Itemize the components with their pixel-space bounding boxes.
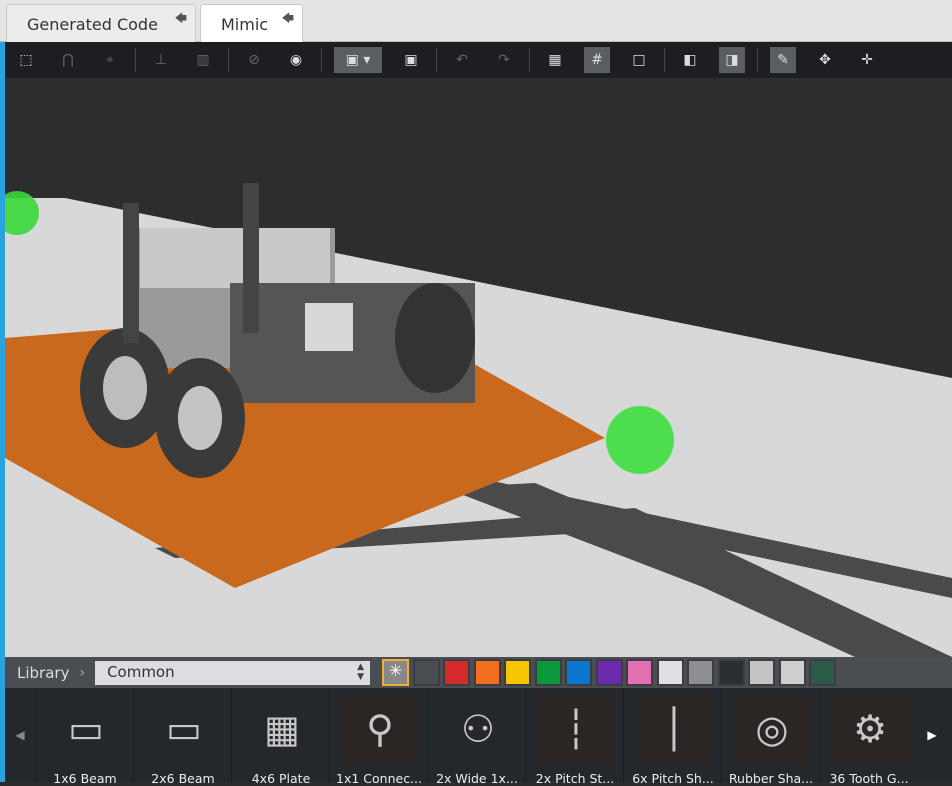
part-thumbnail: ▭ bbox=[68, 707, 104, 751]
part-item[interactable]: ◎ Rubber Sha... bbox=[721, 688, 819, 786]
color-swatch[interactable] bbox=[748, 659, 776, 686]
part-label: 1x6 Beam bbox=[53, 771, 117, 786]
hide-icon[interactable]: ⊘ bbox=[241, 47, 267, 73]
camera-menu-button[interactable]: ▣ ▾ bbox=[334, 47, 382, 73]
chevron-right-icon: › bbox=[79, 664, 86, 681]
part-thumbnail: ⚙ bbox=[832, 694, 908, 764]
color-swatch[interactable] bbox=[443, 659, 471, 686]
part-item[interactable]: ⚇ 2x Wide 1x... bbox=[427, 688, 525, 786]
part-label: Rubber Sha... bbox=[728, 771, 814, 786]
color-swatch[interactable] bbox=[656, 659, 684, 686]
camera-icon[interactable]: ▣ bbox=[398, 47, 424, 73]
tab-bar: Generated Code 🡄 Mimic 🡄 bbox=[0, 0, 952, 43]
move-icon[interactable]: ✛ bbox=[854, 47, 880, 73]
divider bbox=[135, 48, 136, 72]
divider bbox=[529, 48, 530, 72]
part-label: 2x Wide 1x... bbox=[436, 771, 518, 786]
color-swatch[interactable] bbox=[412, 659, 440, 686]
grid-fine-icon[interactable]: ▦ bbox=[542, 47, 568, 73]
part-label: 2x6 Beam bbox=[151, 771, 215, 786]
color-swatch[interactable] bbox=[473, 659, 501, 686]
part-thumbnail: ┆ bbox=[538, 694, 614, 764]
divider bbox=[436, 48, 437, 72]
solid-view-icon[interactable]: ◧ bbox=[677, 47, 703, 73]
divider bbox=[664, 48, 665, 72]
tab-label: Mimic bbox=[221, 15, 269, 34]
part-thumbnail: ◎ bbox=[734, 694, 810, 764]
rotate-gizmo-icon[interactable]: ✥ bbox=[812, 47, 838, 73]
tab-label: Generated Code bbox=[27, 15, 158, 34]
select-box-icon[interactable]: ⬚ bbox=[13, 47, 39, 73]
tab-generated-code[interactable]: Generated Code 🡄 bbox=[6, 4, 196, 42]
part-item[interactable]: ⚙ 36 Tooth G... bbox=[819, 688, 917, 786]
color-swatch[interactable] bbox=[565, 659, 593, 686]
part-item[interactable]: ▭ 1x6 Beam bbox=[35, 688, 133, 786]
trash-icon[interactable]: ▥ bbox=[190, 47, 216, 73]
selected-category: Common bbox=[107, 662, 175, 681]
divider bbox=[228, 48, 229, 72]
scene bbox=[5, 183, 952, 657]
part-thumbnail: │ bbox=[636, 694, 712, 764]
parts-list: ▭ 1x6 Beam ▭ 2x6 Beam ▦ 4x6 Plate ⚲ 1x1 Connec.… bbox=[35, 688, 917, 786]
color-swatch[interactable] bbox=[809, 659, 837, 686]
part-thumbnail: ▦ bbox=[264, 707, 300, 751]
color-swatch[interactable] bbox=[595, 659, 623, 686]
green-sphere bbox=[606, 406, 674, 474]
parts-strip: ◀ ▭ 1x6 Beam ▭ 2x6 Beam ▦ 4x6 Plate ⚲ 1x1 Conne… bbox=[5, 688, 952, 786]
divider bbox=[321, 48, 322, 72]
select-arrows-icon: ▲ ▼ bbox=[357, 661, 365, 682]
shaded-view-icon[interactable]: ◨ bbox=[719, 47, 745, 73]
grid-icon[interactable]: # bbox=[584, 47, 610, 73]
tab-mimic[interactable]: Mimic 🡄 bbox=[200, 4, 303, 43]
part-item[interactable]: ▭ 2x6 Beam bbox=[133, 688, 231, 786]
part-thumbnail: ⚇ bbox=[460, 707, 496, 751]
target-icon[interactable]: ⌖ bbox=[97, 47, 123, 73]
undo-icon[interactable]: ↶ bbox=[449, 47, 475, 73]
scroll-left-button[interactable]: ◀ bbox=[5, 688, 35, 782]
part-label: 6x Pitch Sh... bbox=[632, 771, 714, 786]
paint-icon[interactable]: ✎ bbox=[770, 47, 796, 73]
part-item[interactable]: │ 6x Pitch Sh... bbox=[623, 688, 721, 786]
color-swatch[interactable] bbox=[778, 659, 806, 686]
color-swatch[interactable] bbox=[687, 659, 715, 686]
library-bar: Library › Common ▲ ▼ ✳ bbox=[5, 657, 952, 688]
toolbar: ⬚ ⋂ ⌖ ⊥ ▥ ⊘ ◉ ▣ ▾ ▣ ↶ ↷ ▦ # □ ◧ ◨ ✎ ✥ ✛ bbox=[5, 42, 952, 78]
color-swatches: ✳ bbox=[382, 659, 840, 686]
pin-icon[interactable]: 🡄 bbox=[282, 9, 294, 30]
color-swatch[interactable] bbox=[504, 659, 532, 686]
redo-icon[interactable]: ↷ bbox=[491, 47, 517, 73]
part-label: 4x6 Plate bbox=[251, 771, 311, 786]
part-item[interactable]: ⚲ 1x1 Connec... bbox=[329, 688, 427, 786]
part-label: 1x1 Connec... bbox=[336, 771, 422, 786]
pin-icon[interactable]: 🡄 bbox=[175, 9, 187, 30]
snap-magnet-icon[interactable]: ⋂ bbox=[55, 47, 81, 73]
library-label[interactable]: Library bbox=[17, 664, 69, 682]
color-swatch[interactable] bbox=[534, 659, 562, 686]
color-swatch[interactable] bbox=[717, 659, 745, 686]
part-item[interactable]: ▦ 4x6 Plate bbox=[231, 688, 329, 786]
library-category-select[interactable]: Common ▲ ▼ bbox=[95, 660, 371, 685]
stamp-icon[interactable]: ⊥ bbox=[148, 47, 174, 73]
3d-viewport[interactable] bbox=[5, 78, 952, 657]
color-swatch[interactable] bbox=[626, 659, 654, 686]
show-eye-icon[interactable]: ◉ bbox=[283, 47, 309, 73]
part-label: 2x Pitch St... bbox=[535, 771, 615, 786]
part-item[interactable]: ┆ 2x Pitch St... bbox=[525, 688, 623, 786]
color-swatch[interactable]: ✳ bbox=[382, 659, 410, 686]
divider bbox=[757, 48, 758, 72]
frame-icon[interactable]: □ bbox=[626, 47, 652, 73]
part-thumbnail: ▭ bbox=[166, 707, 202, 751]
part-label: 36 Tooth G... bbox=[829, 771, 909, 786]
part-thumbnail: ⚲ bbox=[342, 694, 418, 764]
scroll-right-button[interactable]: ▶ bbox=[917, 688, 947, 782]
